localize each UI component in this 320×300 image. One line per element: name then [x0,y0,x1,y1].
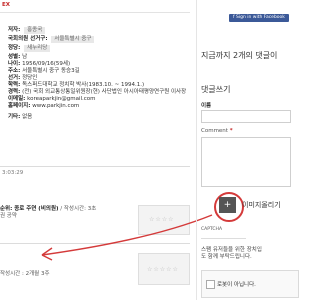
annotation-arrow-icon [41,214,213,261]
profile-election-row: 선거: 정당인 [8,75,38,81]
write-comment-title: 댓글쓰기 [201,85,231,94]
captcha-header: CAPTCHA [201,226,246,239]
name-label: 이름 [201,103,212,109]
top-marks: EX [2,2,10,8]
robot-checkbox[interactable] [206,280,215,289]
profile-address-row: 주소: 서울특별시 중구 동승3길 [8,68,80,74]
profile-email-row: 이메일: koreaparkjin@gmail.com [8,96,96,102]
spam-notice: 스팸 유저들을 위한 장치입 도 함께 부탁드립니다. [201,247,262,260]
profile-name-row: 저자: 홍종국 [8,27,188,34]
section-divider [0,166,190,167]
profile-district-row: 국회의원 선거구: 서울특별시 중구 [8,36,188,43]
comments-count-title: 지금까지 2개의 댓글이 [201,51,278,60]
footer-meta: 작성시간 : 2개월 3주 [0,271,50,277]
profile-district-value: 서울특별시 중구 [51,36,95,43]
profile-homepage-row: 홈페이지: www.parkjin.com [8,103,80,109]
name-input[interactable] [201,110,291,123]
image-upload-label[interactable]: 이미지올리기 [242,200,281,210]
profile-name-value: 홍종국 [24,27,46,34]
profile-education-row: 학력: 독스퍼드대학교 정치학 박사(1983.10. ~ 1994.1.) [8,82,145,88]
homepage-link[interactable]: www.parkjin.com [32,103,79,109]
comment-label: Comment * [201,128,233,134]
profile-gender-row: 성별: 남 [8,54,28,60]
comment-sidebar: f Sign in with Facebook 지금까지 2개의 댓글이 댓글쓰… [196,0,301,300]
robot-label: 로봇이 아닙니다. [217,282,256,288]
profile-party-value: 새누리당 [24,45,51,52]
profile-column: EX 저자: 홍종국 국회의원 선거구: 서울특별시 중구 정당: 새누리당 성… [0,0,213,300]
timestamp: 3:03:29 [2,170,24,176]
add-image-button[interactable]: + [219,197,236,213]
facebook-signin-button[interactable]: f Sign in with Facebook [229,14,289,22]
profile-info: 저자: 홍종국 국회의원 선거구: 서울특별시 중구 정당: 새누리당 성별: … [8,27,188,121]
comment-textarea[interactable] [201,137,291,187]
profile-career-row: 경력: (전) 국회 외교통상통일위원장(현) 사단법인 아시아태평양연구원 이… [8,89,187,95]
profile-other-row: 기타: 없음 [8,114,33,120]
recaptcha-box: 로봇이 아닙니다. [201,270,299,298]
profile-party-row: 정당: 새누리당 [8,45,188,52]
email-link[interactable]: koreaparkjin@gmail.com [27,96,95,102]
top-bar: EX [0,0,190,13]
profile-birth-row: 나이: 1956/09/16(59세) [8,61,71,67]
